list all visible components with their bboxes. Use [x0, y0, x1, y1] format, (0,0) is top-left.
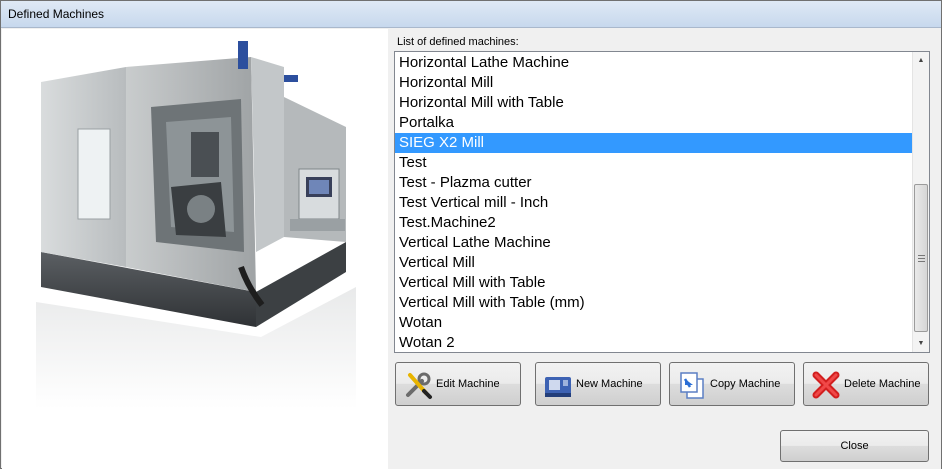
- machine-list-label: List of defined machines:: [397, 36, 519, 48]
- list-item[interactable]: Test.Machine2: [395, 213, 912, 233]
- machine-list-panel: List of defined machines: Horizontal Lat…: [388, 29, 941, 469]
- list-item[interactable]: Portalka: [395, 113, 912, 133]
- list-item[interactable]: Vertical Mill with Table (mm): [395, 293, 912, 313]
- delete-machine-button[interactable]: Delete Machine: [803, 362, 929, 406]
- delete-machine-label: Delete Machine: [844, 378, 921, 390]
- list-item[interactable]: Horizontal Lathe Machine: [395, 53, 912, 73]
- machine-list-items: Horizontal Lathe Machine Horizontal Mill H…: [395, 53, 912, 352]
- list-item[interactable]: Horizontal Mill: [395, 73, 912, 93]
- defined-machines-dialog: Defined Machines List of defined machine…: [0, 0, 942, 469]
- copy-document-icon: [680, 372, 704, 399]
- scroll-grip-icon: [918, 255, 925, 262]
- scroll-down-arrow-icon[interactable]: ▼: [913, 335, 929, 352]
- copy-machine-button[interactable]: Copy Machine: [669, 362, 795, 406]
- edit-machine-button[interactable]: Edit Machine: [395, 362, 521, 406]
- list-item[interactable]: Vertical Mill with Table: [395, 273, 912, 293]
- new-machine-label: New Machine: [576, 378, 643, 390]
- list-item[interactable]: Horizontal Mill with Table: [395, 93, 912, 113]
- close-button[interactable]: Close: [780, 430, 929, 462]
- copy-machine-label: Copy Machine: [710, 378, 781, 390]
- edit-machine-label: Edit Machine: [436, 378, 500, 390]
- new-machine-button[interactable]: New Machine: [535, 362, 661, 406]
- red-x-icon: [812, 371, 840, 399]
- title-bar[interactable]: Defined Machines: [1, 1, 941, 28]
- machine-preview-image: [36, 41, 356, 409]
- machine-image-panel: [2, 29, 388, 469]
- list-item[interactable]: Wotan 2: [395, 333, 912, 352]
- list-item[interactable]: Test Vertical mill - Inch: [395, 193, 912, 213]
- close-label: Close: [840, 440, 869, 452]
- list-item[interactable]: Test: [395, 153, 912, 173]
- list-item[interactable]: SIEG X2 Mill: [395, 133, 912, 153]
- vertical-scrollbar[interactable]: ▲ ▼: [912, 52, 929, 352]
- list-item[interactable]: Vertical Lathe Machine: [395, 233, 912, 253]
- list-item[interactable]: Vertical Mill: [395, 253, 912, 273]
- wrench-screwdriver-icon: [406, 372, 432, 399]
- machine-listbox[interactable]: Horizontal Lathe Machine Horizontal Mill H…: [394, 51, 930, 353]
- window-title: Defined Machines: [8, 7, 105, 21]
- cnc-machine-icon: [545, 377, 571, 397]
- scroll-up-arrow-icon[interactable]: ▲: [913, 52, 929, 69]
- scroll-thumb[interactable]: [914, 184, 928, 332]
- list-item[interactable]: Test - Plazma cutter: [395, 173, 912, 193]
- list-item[interactable]: Wotan: [395, 313, 912, 333]
